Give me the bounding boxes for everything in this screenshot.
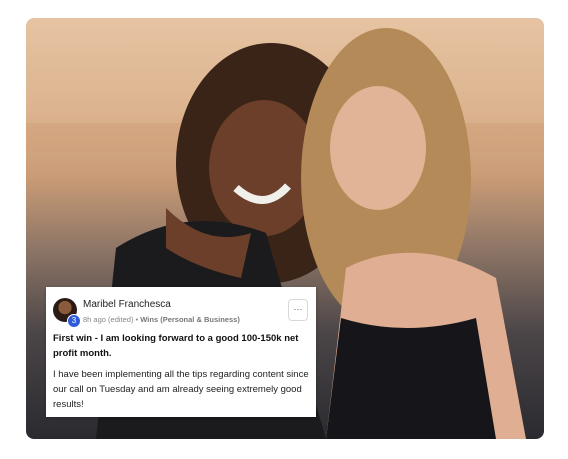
post-card[interactable]: 3 Maribel Franchesca 8h ago (edited) • W… — [46, 287, 316, 417]
level-badge: 3 — [67, 314, 81, 328]
meta-separator: • — [135, 315, 139, 324]
ellipsis-icon[interactable]: ··· — [288, 299, 308, 321]
author-name[interactable]: Maribel Franchesca — [83, 299, 171, 310]
post-meta: 8h ago (edited) • Wins (Personal & Busin… — [83, 315, 240, 324]
post-category[interactable]: Wins (Personal & Business) — [140, 315, 240, 324]
post-body: I have been implementing all the tips re… — [53, 369, 309, 410]
post-time: 8h ago (edited) — [83, 315, 134, 324]
post-title: First win - I am looking forward to a go… — [53, 333, 299, 359]
